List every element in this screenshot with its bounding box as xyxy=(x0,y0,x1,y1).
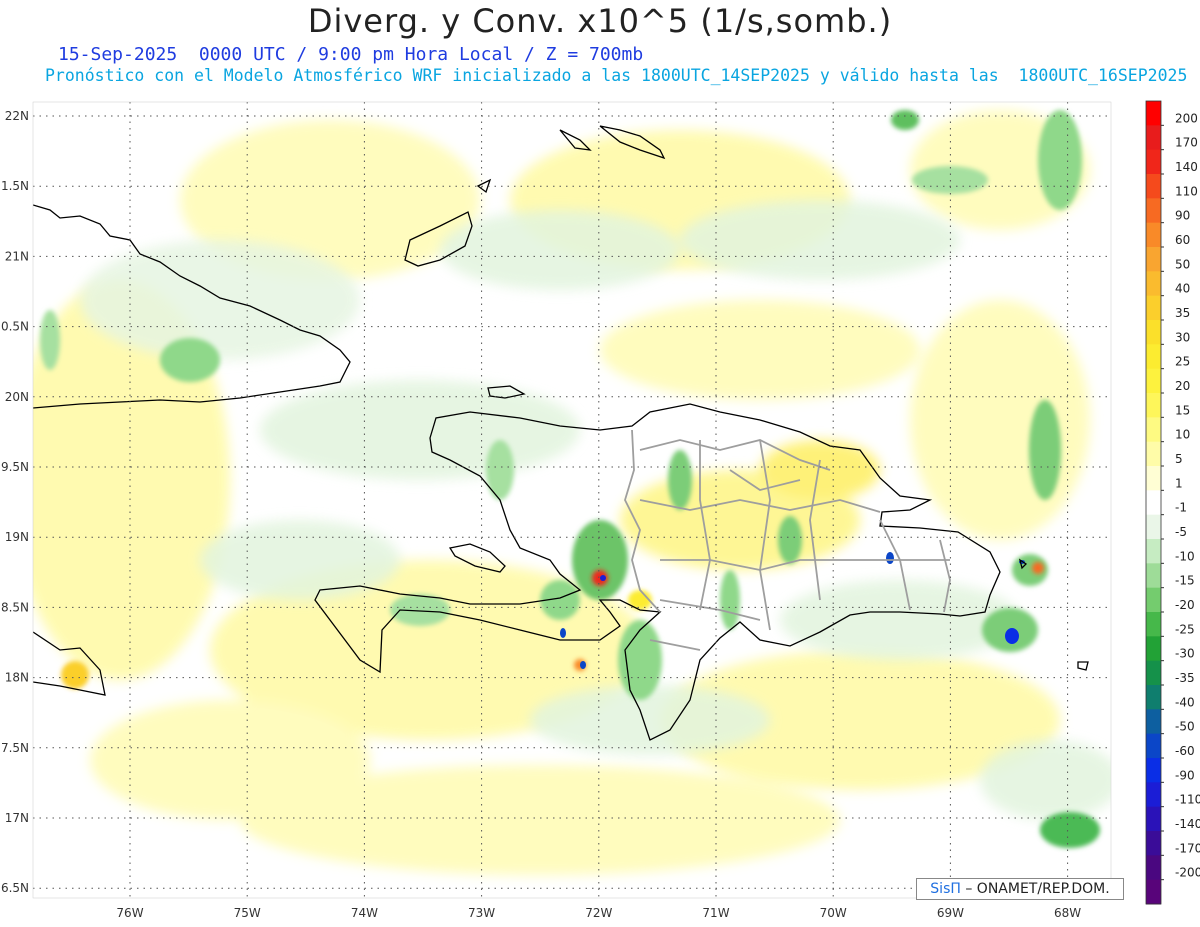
forecast-map: 76W 75W 74W 73W 72W 71W 70W 69W 68W 22N 1.5N 21N 0.… xyxy=(1,100,1200,920)
colorbar-segment xyxy=(1146,149,1161,175)
lat-tick-label: 20N xyxy=(5,390,29,404)
colorbar-label: -60 xyxy=(1175,744,1195,758)
longitude-ticks: 76W 75W 74W 73W 72W 71W 70W 69W 68W xyxy=(116,906,1081,920)
colorbar-label: -200 xyxy=(1175,866,1200,880)
lon-tick-label: 75W xyxy=(234,906,261,920)
colorbar-segment xyxy=(1146,855,1161,881)
colorbar-segment xyxy=(1146,344,1161,370)
colorbar-segment xyxy=(1146,466,1161,491)
colorbar-segment xyxy=(1146,831,1161,856)
colorbar-labels: 200 170 140 110 90 60 50 40 35 30 25 20 15 10 5 1 -1 -5 -1… xyxy=(1175,111,1200,879)
colorbar xyxy=(1145,100,1164,905)
colorbar-label: -20 xyxy=(1175,598,1195,612)
lat-tick-label: 18N xyxy=(5,671,29,685)
colorbar-segment xyxy=(1146,612,1161,637)
colorbar-label: 40 xyxy=(1175,282,1190,296)
colorbar-label: 90 xyxy=(1175,209,1190,223)
lat-tick-label: 22N xyxy=(5,109,29,123)
colorbar-label: -40 xyxy=(1175,695,1195,709)
colorbar-segment xyxy=(1146,539,1161,564)
lat-tick-label: 8.5N xyxy=(1,600,29,614)
model-validity: Pronóstico con el Modelo Atmosférico WRF… xyxy=(45,66,1188,85)
colorbar-label: 20 xyxy=(1175,379,1190,393)
lon-tick-label: 72W xyxy=(585,906,612,920)
colorbar-segment xyxy=(1146,709,1161,735)
colorbar-segment xyxy=(1146,320,1161,345)
colorbar-segment xyxy=(1146,685,1161,710)
colorbar-segment xyxy=(1146,733,1161,759)
lat-tick-label: 9.5N xyxy=(1,460,29,474)
colorbar-segment xyxy=(1146,295,1161,321)
colorbar-label: -10 xyxy=(1175,549,1195,563)
colorbar-segment xyxy=(1146,271,1161,297)
colorbar-label: 200 xyxy=(1175,111,1198,125)
lat-tick-label: 19N xyxy=(5,530,29,544)
lat-tick-label: 7.5N xyxy=(1,741,29,755)
lat-tick-label: 6.5N xyxy=(1,881,29,895)
colorbar-segment xyxy=(1146,441,1161,467)
colorbar-segment xyxy=(1146,782,1161,808)
colorbar-label: 5 xyxy=(1175,452,1183,466)
credit-box: SisΠ – ONAMET/REP.DOM. xyxy=(916,878,1124,900)
lat-tick-label: 0.5N xyxy=(1,320,29,334)
colorbar-label: -50 xyxy=(1175,720,1195,734)
lat-tick-label: 21N xyxy=(5,249,29,263)
credit-text: – ONAMET/REP.DOM. xyxy=(965,881,1110,897)
colorbar-segment xyxy=(1146,636,1161,662)
colorbar-label: -25 xyxy=(1175,622,1195,636)
colorbar-label: 35 xyxy=(1175,306,1190,320)
colorbar-label: 110 xyxy=(1175,184,1198,198)
colorbar-segment xyxy=(1146,758,1161,783)
latitude-ticks: 22N 1.5N 21N 0.5N 20N 9.5N 19N 8.5N 18N 7.5N 17N 6.… xyxy=(1,109,29,895)
colorbar-segment xyxy=(1146,879,1161,905)
colorbar-label: -1 xyxy=(1175,501,1187,515)
colorbar-segment xyxy=(1146,174,1161,199)
lon-tick-label: 70W xyxy=(820,906,847,920)
colorbar-segment xyxy=(1146,563,1161,589)
colorbar-segment xyxy=(1146,806,1161,832)
map-title: Diverg. y Conv. x10^5 (1/s,somb.) xyxy=(307,2,893,40)
colorbar-label: -170 xyxy=(1175,841,1200,855)
lon-tick-label: 73W xyxy=(468,906,495,920)
colorbar-segment xyxy=(1146,660,1161,686)
colorbar-label: -15 xyxy=(1175,574,1195,588)
colorbar-label: -5 xyxy=(1175,525,1187,539)
colorbar-segment xyxy=(1146,101,1161,126)
sispi-logo: SisΠ xyxy=(930,881,961,897)
colorbar-segment xyxy=(1146,198,1161,224)
lon-tick-label: 71W xyxy=(702,906,729,920)
colorbar-label: -110 xyxy=(1175,793,1200,807)
colorbar-segment xyxy=(1146,417,1161,443)
colorbar-label: -140 xyxy=(1175,817,1200,831)
colorbar-segment xyxy=(1146,368,1161,394)
lat-tick-label: 1.5N xyxy=(1,179,29,193)
colorbar-label: 25 xyxy=(1175,355,1190,369)
colorbar-segment xyxy=(1146,393,1161,418)
lon-tick-label: 69W xyxy=(937,906,964,920)
colorbar-label: -30 xyxy=(1175,647,1195,661)
colorbar-label: 1 xyxy=(1175,476,1183,490)
forecast-time: 15-Sep-2025 0000 UTC / 9:00 pm Hora Loca… xyxy=(58,44,644,65)
lon-tick-label: 74W xyxy=(351,906,378,920)
colorbar-label: 60 xyxy=(1175,233,1190,247)
lat-tick-label: 17N xyxy=(5,811,29,825)
colorbar-label: 50 xyxy=(1175,257,1190,271)
colorbar-label: -35 xyxy=(1175,671,1195,685)
colorbar-label: 170 xyxy=(1175,136,1198,150)
colorbar-segment xyxy=(1146,587,1161,613)
colorbar-segment xyxy=(1146,222,1161,248)
colorbar-segment xyxy=(1146,514,1161,540)
colorbar-label: -90 xyxy=(1175,768,1195,782)
colorbar-label: 140 xyxy=(1175,160,1198,174)
colorbar-label: 15 xyxy=(1175,403,1190,417)
colorbar-segment xyxy=(1146,247,1161,272)
colorbar-label: 10 xyxy=(1175,428,1190,442)
colorbar-segment xyxy=(1146,125,1161,151)
lon-tick-label: 68W xyxy=(1054,906,1081,920)
lon-tick-label: 76W xyxy=(116,906,143,920)
colorbar-label: 30 xyxy=(1175,330,1190,344)
colorbar-segment xyxy=(1146,490,1161,516)
